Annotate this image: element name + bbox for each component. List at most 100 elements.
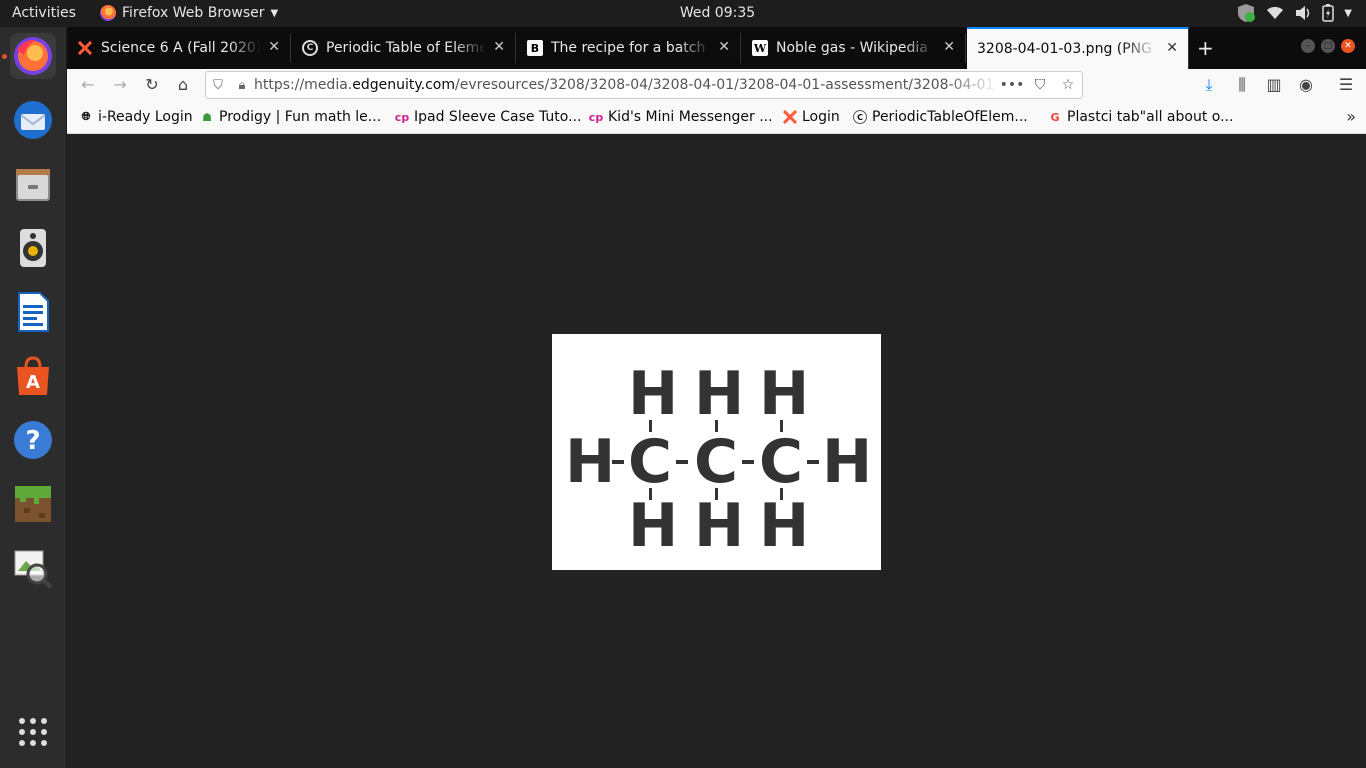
tab-strip: Science 6 A (Fall 2020) - E ✕ C Periodic… xyxy=(67,27,1366,69)
bookmark-label: i-Ready Login xyxy=(98,109,193,125)
chevron-double-right-icon[interactable]: » xyxy=(1346,107,1356,126)
tab-recipe[interactable]: B The recipe for a batch of ✕ xyxy=(517,33,741,63)
prodigy-icon: ☗ xyxy=(202,110,212,124)
maximize-icon[interactable]: □ xyxy=(1321,39,1335,53)
bond xyxy=(807,460,819,464)
lock-icon[interactable]: 🔒︎ xyxy=(230,78,254,93)
bookmark-plastic-tab[interactable]: G Plastci tab"all about o... xyxy=(1048,109,1233,125)
close-icon[interactable]: ✕ xyxy=(943,39,955,55)
bookmark-prodigy[interactable]: ☗ Prodigy | Fun math le... xyxy=(200,109,381,125)
atom-h-bottom-3: H xyxy=(759,491,810,561)
active-indicator xyxy=(2,54,7,59)
account-icon[interactable]: ◉ xyxy=(1295,74,1317,96)
atom-h-top-1: H xyxy=(628,359,679,429)
url-text[interactable]: https://media.edgenuity.com/evresources/… xyxy=(254,77,998,93)
tab-periodic-table[interactable]: C Periodic Table of Elemen ✕ xyxy=(292,33,516,63)
downloads-icon[interactable]: ⤓ xyxy=(1198,74,1220,96)
hamburger-menu-icon[interactable]: ☰ xyxy=(1335,74,1357,96)
dock: A ? xyxy=(0,27,67,768)
back-arrow-icon[interactable]: ← xyxy=(77,74,99,96)
reload-icon[interactable]: ↻ xyxy=(141,74,163,96)
svg-text:?: ? xyxy=(25,426,40,456)
close-icon[interactable]: ✕ xyxy=(1166,40,1178,56)
minimize-icon[interactable]: – xyxy=(1301,39,1315,53)
atom-c-2: C xyxy=(694,427,739,497)
nav-bar: ← → ↻ ⌂ ⛉ 🔒︎ https://media.edgenuity.com… xyxy=(67,69,1366,101)
atom-h-bottom-2: H xyxy=(694,491,745,561)
tab-science[interactable]: Science 6 A (Fall 2020) - E ✕ xyxy=(67,33,291,63)
wifi-icon xyxy=(1267,7,1284,19)
atom-h-left: H xyxy=(565,427,616,497)
bookmark-ipad-sleeve[interactable]: cp Ipad Sleeve Case Tuto... xyxy=(395,109,582,125)
image-viewport: H H H H C C C H H H H xyxy=(67,135,1366,768)
library-icon[interactable]: ⫼ xyxy=(1231,74,1253,96)
edgenuity-icon xyxy=(77,40,93,56)
bookmark-label: Ipad Sleeve Case Tuto... xyxy=(414,109,582,125)
tab-noble-gas[interactable]: W Noble gas - Wikipedia ✕ xyxy=(742,33,966,63)
firefox-icon[interactable] xyxy=(10,33,56,79)
ptable-icon: C xyxy=(853,110,867,124)
bookmark-kids-messenger[interactable]: cp Kid's Mini Messenger ... xyxy=(589,109,773,125)
minecraft-icon[interactable] xyxy=(10,481,56,527)
bond xyxy=(742,460,754,464)
bookmark-iready[interactable]: 🌐︎ i-Ready Login xyxy=(79,109,193,125)
system-top-bar: Activities Firefox Web Browser ▼ Wed 09:… xyxy=(0,0,1366,27)
forward-arrow-icon[interactable]: → xyxy=(109,74,131,96)
clock[interactable]: Wed 09:35 xyxy=(0,5,1366,21)
home-icon[interactable]: ⌂ xyxy=(172,74,194,96)
tab-label: 3208-04-01-03.png (PNG Ima xyxy=(977,41,1157,57)
ptable-icon: C xyxy=(302,40,318,56)
google-icon: G xyxy=(1050,110,1060,124)
atom-c-3: C xyxy=(759,427,804,497)
rhythmbox-icon[interactable] xyxy=(10,225,56,271)
tab-label: The recipe for a batch of xyxy=(551,40,711,56)
close-icon[interactable]: ✕ xyxy=(268,39,280,55)
tab-label: Science 6 A (Fall 2020) - E xyxy=(101,40,261,56)
close-icon[interactable]: ✕ xyxy=(493,39,505,55)
firefox-window: Science 6 A (Fall 2020) - E ✕ C Periodic… xyxy=(67,27,1366,768)
bond xyxy=(612,460,624,464)
bookmark-label: PeriodicTableOfElem... xyxy=(872,109,1028,125)
help-icon[interactable]: ? xyxy=(10,417,56,463)
tab-png-image[interactable]: 3208-04-01-03.png (PNG Ima ✕ xyxy=(967,27,1189,69)
bookmark-periodic-table[interactable]: C PeriodicTableOfElem... xyxy=(853,109,1028,125)
pocket-icon[interactable]: ⛉ xyxy=(1026,77,1054,93)
atom-h-right: H xyxy=(822,427,873,497)
bookmark-label: Plastci tab"all about o... xyxy=(1067,109,1234,125)
new-tab-plus-icon[interactable]: + xyxy=(1197,36,1214,60)
volume-icon xyxy=(1296,6,1310,20)
atom-c-1: C xyxy=(628,427,673,497)
molecule-image[interactable]: H H H H C C C H H H H xyxy=(552,334,881,570)
bookmark-login[interactable]: Login xyxy=(783,109,840,125)
close-icon[interactable]: ✕ xyxy=(718,39,730,55)
files-icon[interactable] xyxy=(10,161,56,207)
bookmark-label: Prodigy | Fun math le... xyxy=(219,109,382,125)
system-tray[interactable]: ▼ xyxy=(1236,3,1352,23)
brainly-icon: B xyxy=(527,40,543,56)
software-icon[interactable]: A xyxy=(10,353,56,399)
bookmark-star-icon[interactable]: ☆ xyxy=(1054,77,1082,93)
cp-icon: cp xyxy=(588,110,604,124)
atom-h-top-2: H xyxy=(694,359,745,429)
bookmarks-toolbar: 🌐︎ i-Ready Login ☗ Prodigy | Fun math le… xyxy=(67,101,1366,134)
tab-label: Periodic Table of Elemen xyxy=(326,40,486,56)
app-grid-icon[interactable] xyxy=(10,709,56,755)
tab-label: Noble gas - Wikipedia xyxy=(776,40,928,56)
bookmark-label: Kid's Mini Messenger ... xyxy=(608,109,773,125)
tray-caret-down-icon: ▼ xyxy=(1344,7,1352,19)
wikipedia-icon: W xyxy=(752,40,768,56)
thunderbird-icon[interactable] xyxy=(10,97,56,143)
close-window-icon[interactable]: ✕ xyxy=(1341,39,1355,53)
atom-h-top-3: H xyxy=(759,359,810,429)
writer-icon[interactable] xyxy=(10,289,56,335)
page-actions-icon[interactable]: ••• xyxy=(998,77,1026,93)
globe-icon: 🌐︎ xyxy=(81,110,91,123)
bond xyxy=(676,460,688,464)
tracking-shield-icon[interactable]: ⛉ xyxy=(206,78,230,93)
edgenuity-icon xyxy=(783,110,797,124)
sidebar-icon[interactable]: ▥ xyxy=(1263,74,1285,96)
svg-text:A: A xyxy=(26,372,40,393)
url-bar[interactable]: ⛉ 🔒︎ https://media.edgenuity.com/evresou… xyxy=(205,71,1083,99)
image-viewer-icon[interactable] xyxy=(10,545,56,591)
atom-h-bottom-1: H xyxy=(628,491,679,561)
